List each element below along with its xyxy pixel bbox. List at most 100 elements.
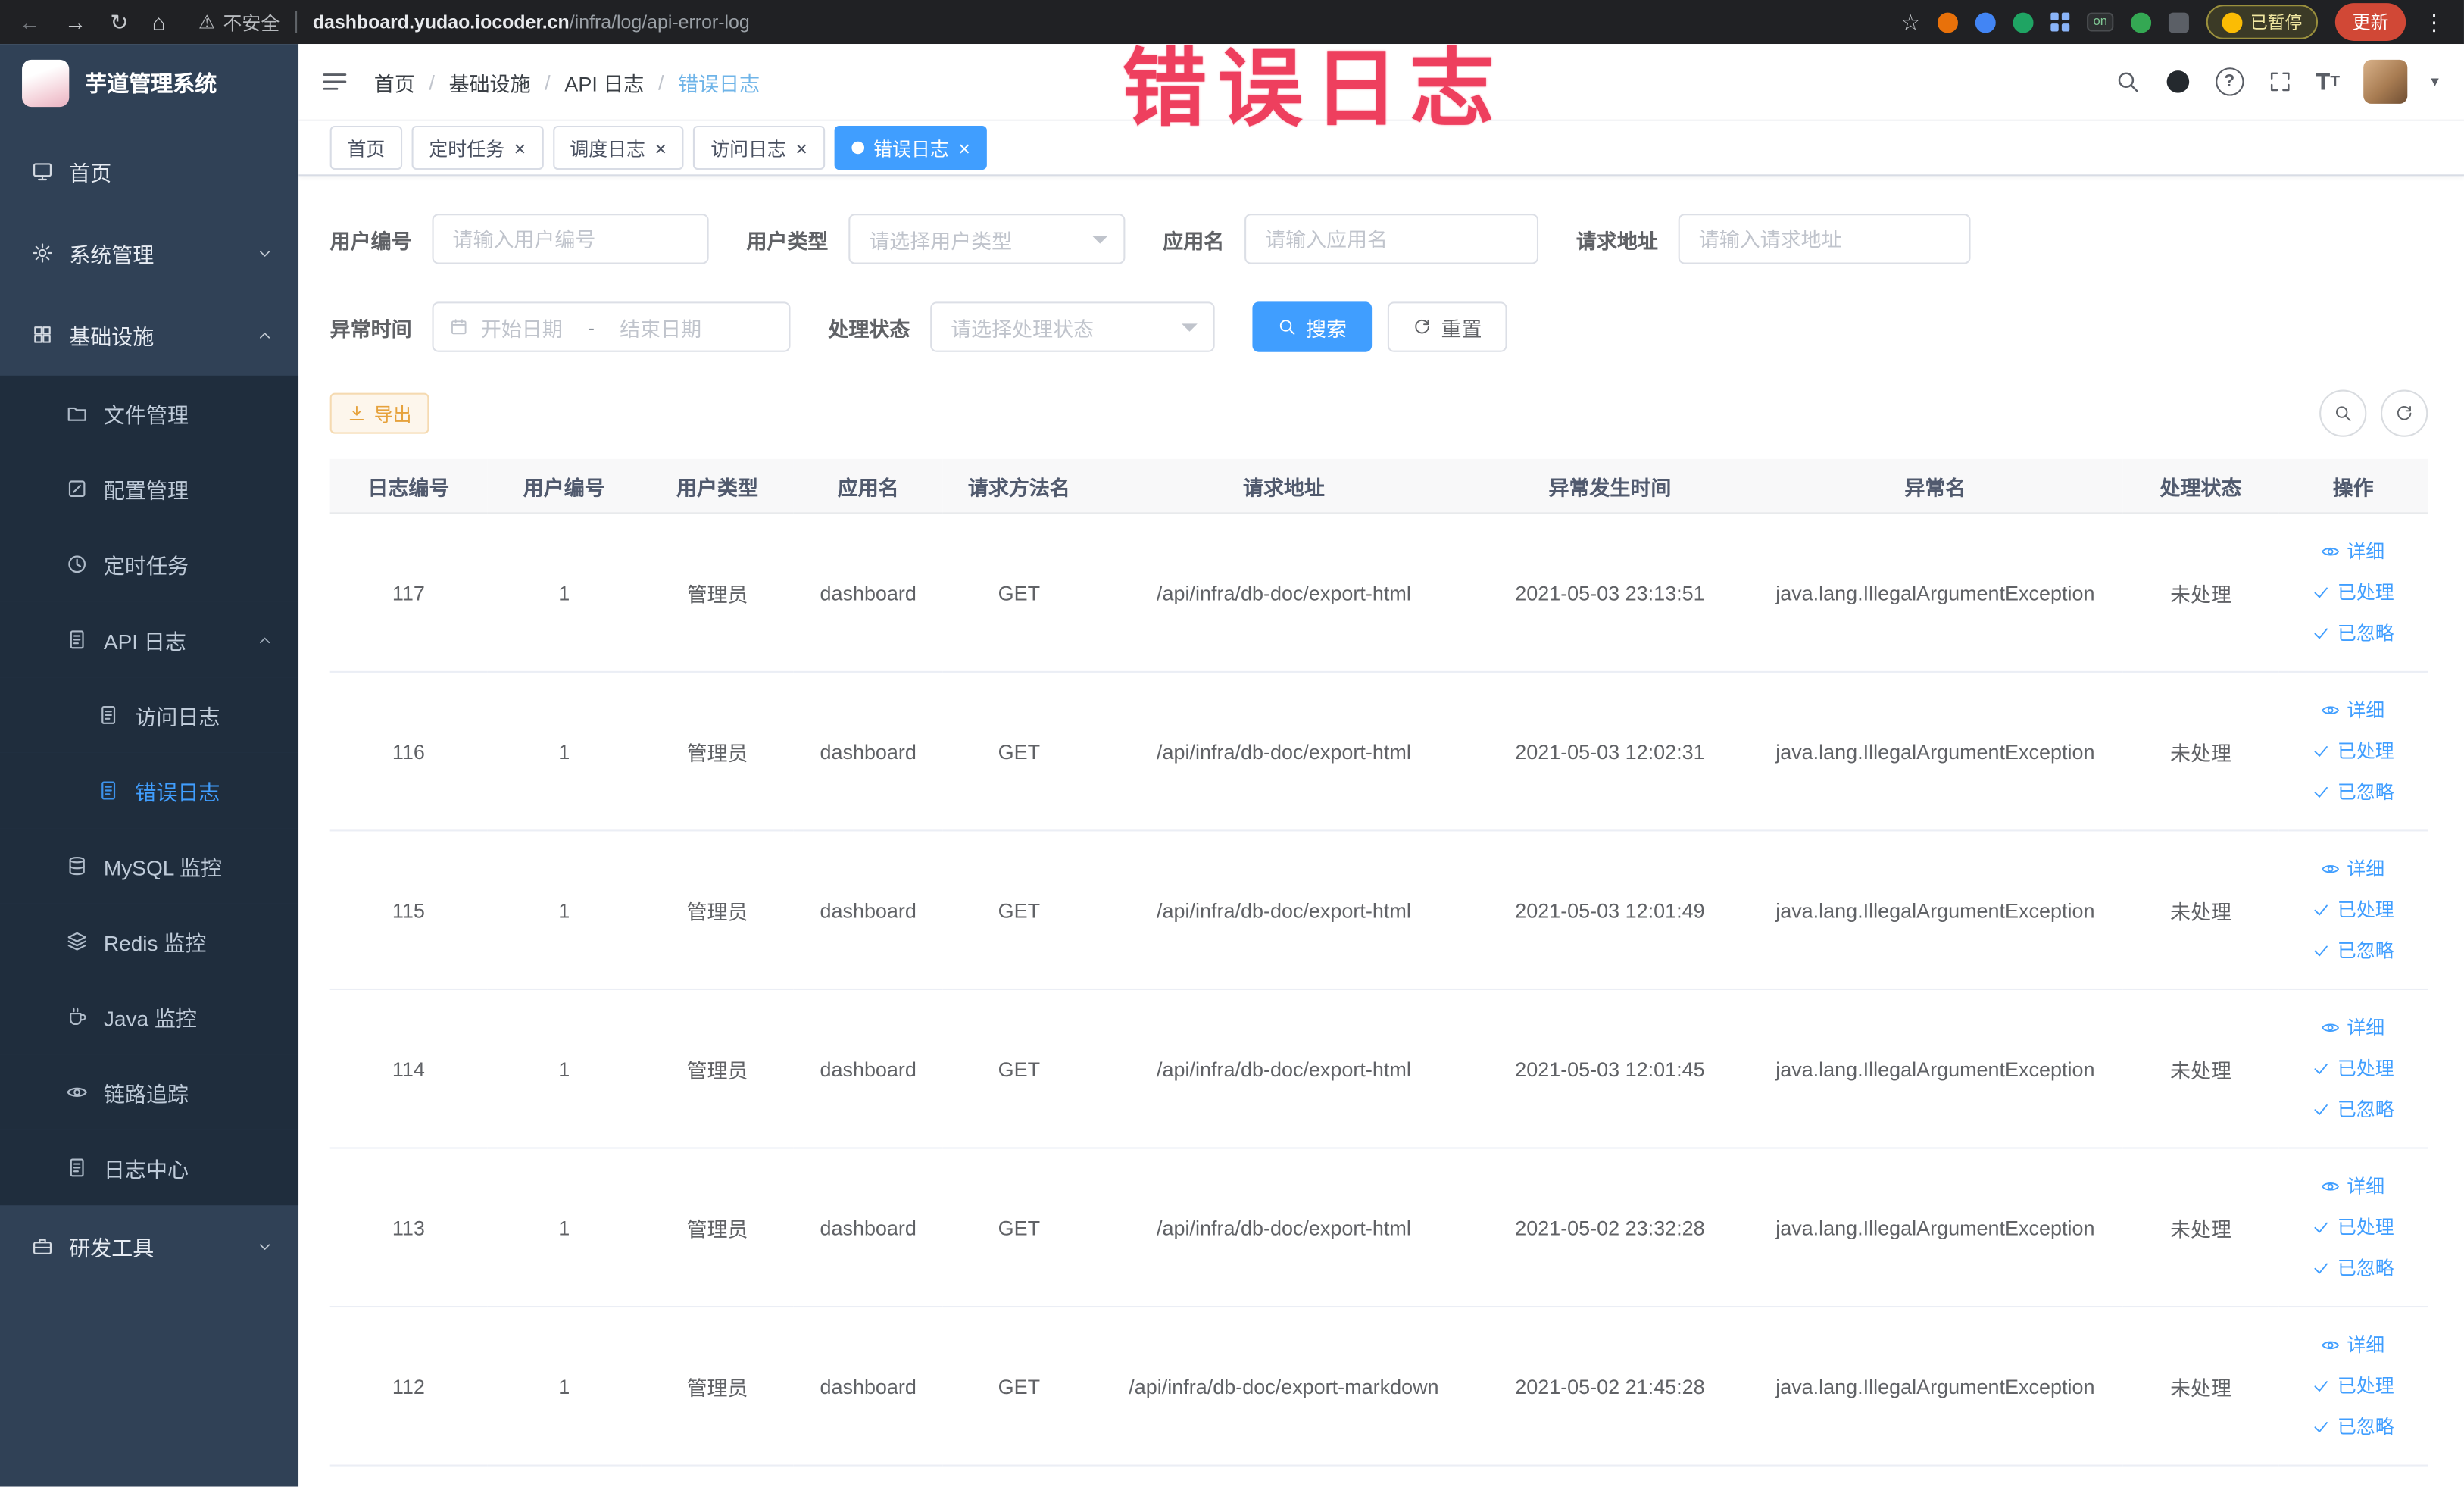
detail-link[interactable]: 详细 — [2284, 531, 2421, 572]
divider — [295, 11, 298, 33]
detail-link[interactable]: 详细 — [2284, 1166, 2421, 1207]
breadcrumb-infrastructure[interactable]: 基础设施 — [449, 67, 531, 96]
processed-link[interactable]: 已处理 — [2284, 1207, 2421, 1248]
detail-link[interactable]: 详细 — [2284, 1325, 2421, 1366]
breadcrumb-api-logs[interactable]: API 日志 — [564, 67, 644, 96]
fullscreen-icon[interactable] — [2267, 69, 2292, 94]
detail-link[interactable]: 详细 — [2284, 690, 2421, 731]
user-type-select[interactable]: 请选择用户类型 — [848, 214, 1126, 264]
sidebar-item-system-mgmt[interactable]: 系统管理 — [0, 212, 298, 294]
emoji-face-icon — [2222, 11, 2243, 33]
cell-actions: 详细 已处理 已忽略 — [2278, 513, 2428, 673]
sidebar-item-access-log[interactable]: 访问日志 — [0, 677, 299, 753]
detail-link[interactable]: 详细 — [2284, 1007, 2421, 1048]
ignored-link[interactable]: 已忽略 — [2284, 613, 2421, 654]
extension-icon[interactable] — [2013, 11, 2034, 33]
close-icon[interactable]: × — [795, 138, 807, 158]
ignored-link[interactable]: 已忽略 — [2284, 930, 2421, 971]
check-icon — [2313, 1417, 2331, 1436]
tab-access-log[interactable]: 访问日志 × — [693, 125, 825, 170]
sidebar-item-label: 基础设施 — [69, 325, 155, 349]
extension-icon[interactable] — [1938, 11, 1959, 33]
close-icon[interactable]: × — [958, 138, 970, 158]
reset-button[interactable]: 重置 — [1387, 301, 1507, 352]
bookmark-star-icon[interactable]: ☆ — [1900, 8, 1920, 35]
check-icon — [2313, 942, 2331, 961]
font-size-icon[interactable]: TT — [2316, 68, 2340, 95]
tab-home[interactable]: 首页 — [329, 125, 403, 170]
field-label: 请求地址 — [1576, 228, 1658, 252]
tab-schedule-log[interactable]: 调度日志 × — [552, 125, 684, 170]
field-label: 用户编号 — [329, 228, 412, 252]
extension-icon[interactable] — [2168, 11, 2189, 33]
sidebar-item-error-log[interactable]: 错误日志 — [0, 752, 299, 829]
document-icon — [66, 1157, 88, 1179]
cell-log-id: 114 — [329, 989, 488, 1149]
processed-link[interactable]: 已处理 — [2284, 889, 2421, 930]
tab-scheduled-jobs[interactable]: 定时任务 × — [411, 125, 544, 170]
sidebar-item-api-logs[interactable]: API 日志 — [0, 601, 299, 678]
processed-link[interactable]: 已处理 — [2284, 572, 2421, 613]
browser-reload-icon[interactable]: ↻ — [110, 11, 128, 33]
sidebar-item-tracing[interactable]: 链路追踪 — [0, 1054, 299, 1130]
search-button[interactable]: 搜索 — [1252, 301, 1373, 352]
extension-on-badge[interactable]: on — [2087, 12, 2114, 32]
cell-user-type: 管理员 — [641, 989, 794, 1149]
breadcrumb-home[interactable]: 首页 — [374, 67, 415, 96]
help-icon[interactable]: ? — [2215, 67, 2244, 96]
process-status-select[interactable]: 请选择处理状态 — [930, 301, 1215, 352]
close-icon[interactable]: × — [654, 138, 667, 158]
browser-menu-icon[interactable]: ⋮ — [2423, 8, 2445, 35]
sidebar-item-file-mgmt[interactable]: 文件管理 — [0, 375, 299, 451]
sidebar-item-scheduled-jobs[interactable]: 定时任务 — [0, 526, 299, 602]
sidebar-item-home[interactable]: 首页 — [0, 130, 298, 212]
request-url-input[interactable] — [1678, 214, 1971, 264]
browser-forward-icon[interactable]: → — [64, 11, 86, 33]
layers-icon — [66, 930, 88, 952]
filter-process-status: 处理状态 请选择处理状态 — [828, 301, 1215, 352]
url-path: /infra/log/api-error-log — [569, 11, 750, 33]
logo-avatar — [22, 58, 70, 107]
sidebar-item-config-mgmt[interactable]: 配置管理 — [0, 451, 299, 526]
ignored-link[interactable]: 已忽略 — [2284, 1089, 2421, 1130]
browser-home-icon[interactable]: ⌂ — [152, 11, 166, 33]
processed-link[interactable]: 已处理 — [2284, 731, 2421, 772]
app-name-input[interactable] — [1244, 214, 1539, 264]
address-bar[interactable]: dashboard.yudao.iocoder.cn/infra/log/api… — [313, 11, 750, 33]
extension-icon[interactable] — [2131, 11, 2152, 33]
processed-link[interactable]: 已处理 — [2284, 1366, 2421, 1407]
ignored-link[interactable]: 已忽略 — [2284, 772, 2421, 813]
cell-actions: 详细 已处理 已忽略 — [2278, 671, 2428, 832]
toggle-search-button[interactable] — [2319, 389, 2367, 437]
user-avatar[interactable] — [2363, 59, 2408, 104]
github-icon[interactable] — [2163, 67, 2191, 95]
app-logo[interactable]: 芋道管理系统 — [0, 44, 298, 121]
sidebar-item-java-monitor[interactable]: Java 监控 — [0, 979, 299, 1055]
sidebar-item-dev-tools[interactable]: 研发工具 — [0, 1205, 298, 1287]
check-icon — [2313, 1100, 2331, 1119]
user-id-input[interactable] — [432, 214, 709, 264]
sidebar-item-infrastructure[interactable]: 基础设施 — [0, 294, 298, 376]
sidebar-item-log-center[interactable]: 日志中心 — [0, 1129, 299, 1206]
sidebar-item-mysql-monitor[interactable]: MySQL 监控 — [0, 828, 299, 904]
extension-icon[interactable] — [1975, 11, 1996, 33]
processed-link[interactable]: 已处理 — [2284, 1048, 2421, 1089]
close-icon[interactable]: × — [514, 138, 526, 158]
search-icon[interactable] — [2115, 69, 2140, 94]
ignored-link[interactable]: 已忽略 — [2284, 1407, 2421, 1448]
browser-update-button[interactable]: 更新 — [2334, 3, 2406, 41]
extension-icon[interactable] — [2050, 12, 2070, 32]
date-range-picker[interactable]: 开始日期 - 结束日期 — [432, 301, 791, 352]
refresh-button[interactable] — [2381, 389, 2428, 437]
browser-back-icon[interactable]: ← — [19, 11, 41, 33]
security-indicator[interactable]: ⚠ 不安全 — [198, 8, 280, 35]
detail-link[interactable]: 详细 — [2284, 848, 2421, 889]
paused-badge[interactable]: 已暂停 — [2206, 5, 2319, 39]
avatar-caret-icon[interactable]: ▾ — [2431, 73, 2438, 90]
sidebar-item-redis-monitor[interactable]: Redis 监控 — [0, 903, 299, 979]
export-button[interactable]: 导出 — [329, 392, 429, 434]
tab-error-log[interactable]: 错误日志 × — [834, 125, 988, 170]
hamburger-icon[interactable] — [320, 67, 348, 95]
col-status: 处理状态 — [2122, 458, 2279, 514]
ignored-link[interactable]: 已忽略 — [2284, 1248, 2421, 1289]
